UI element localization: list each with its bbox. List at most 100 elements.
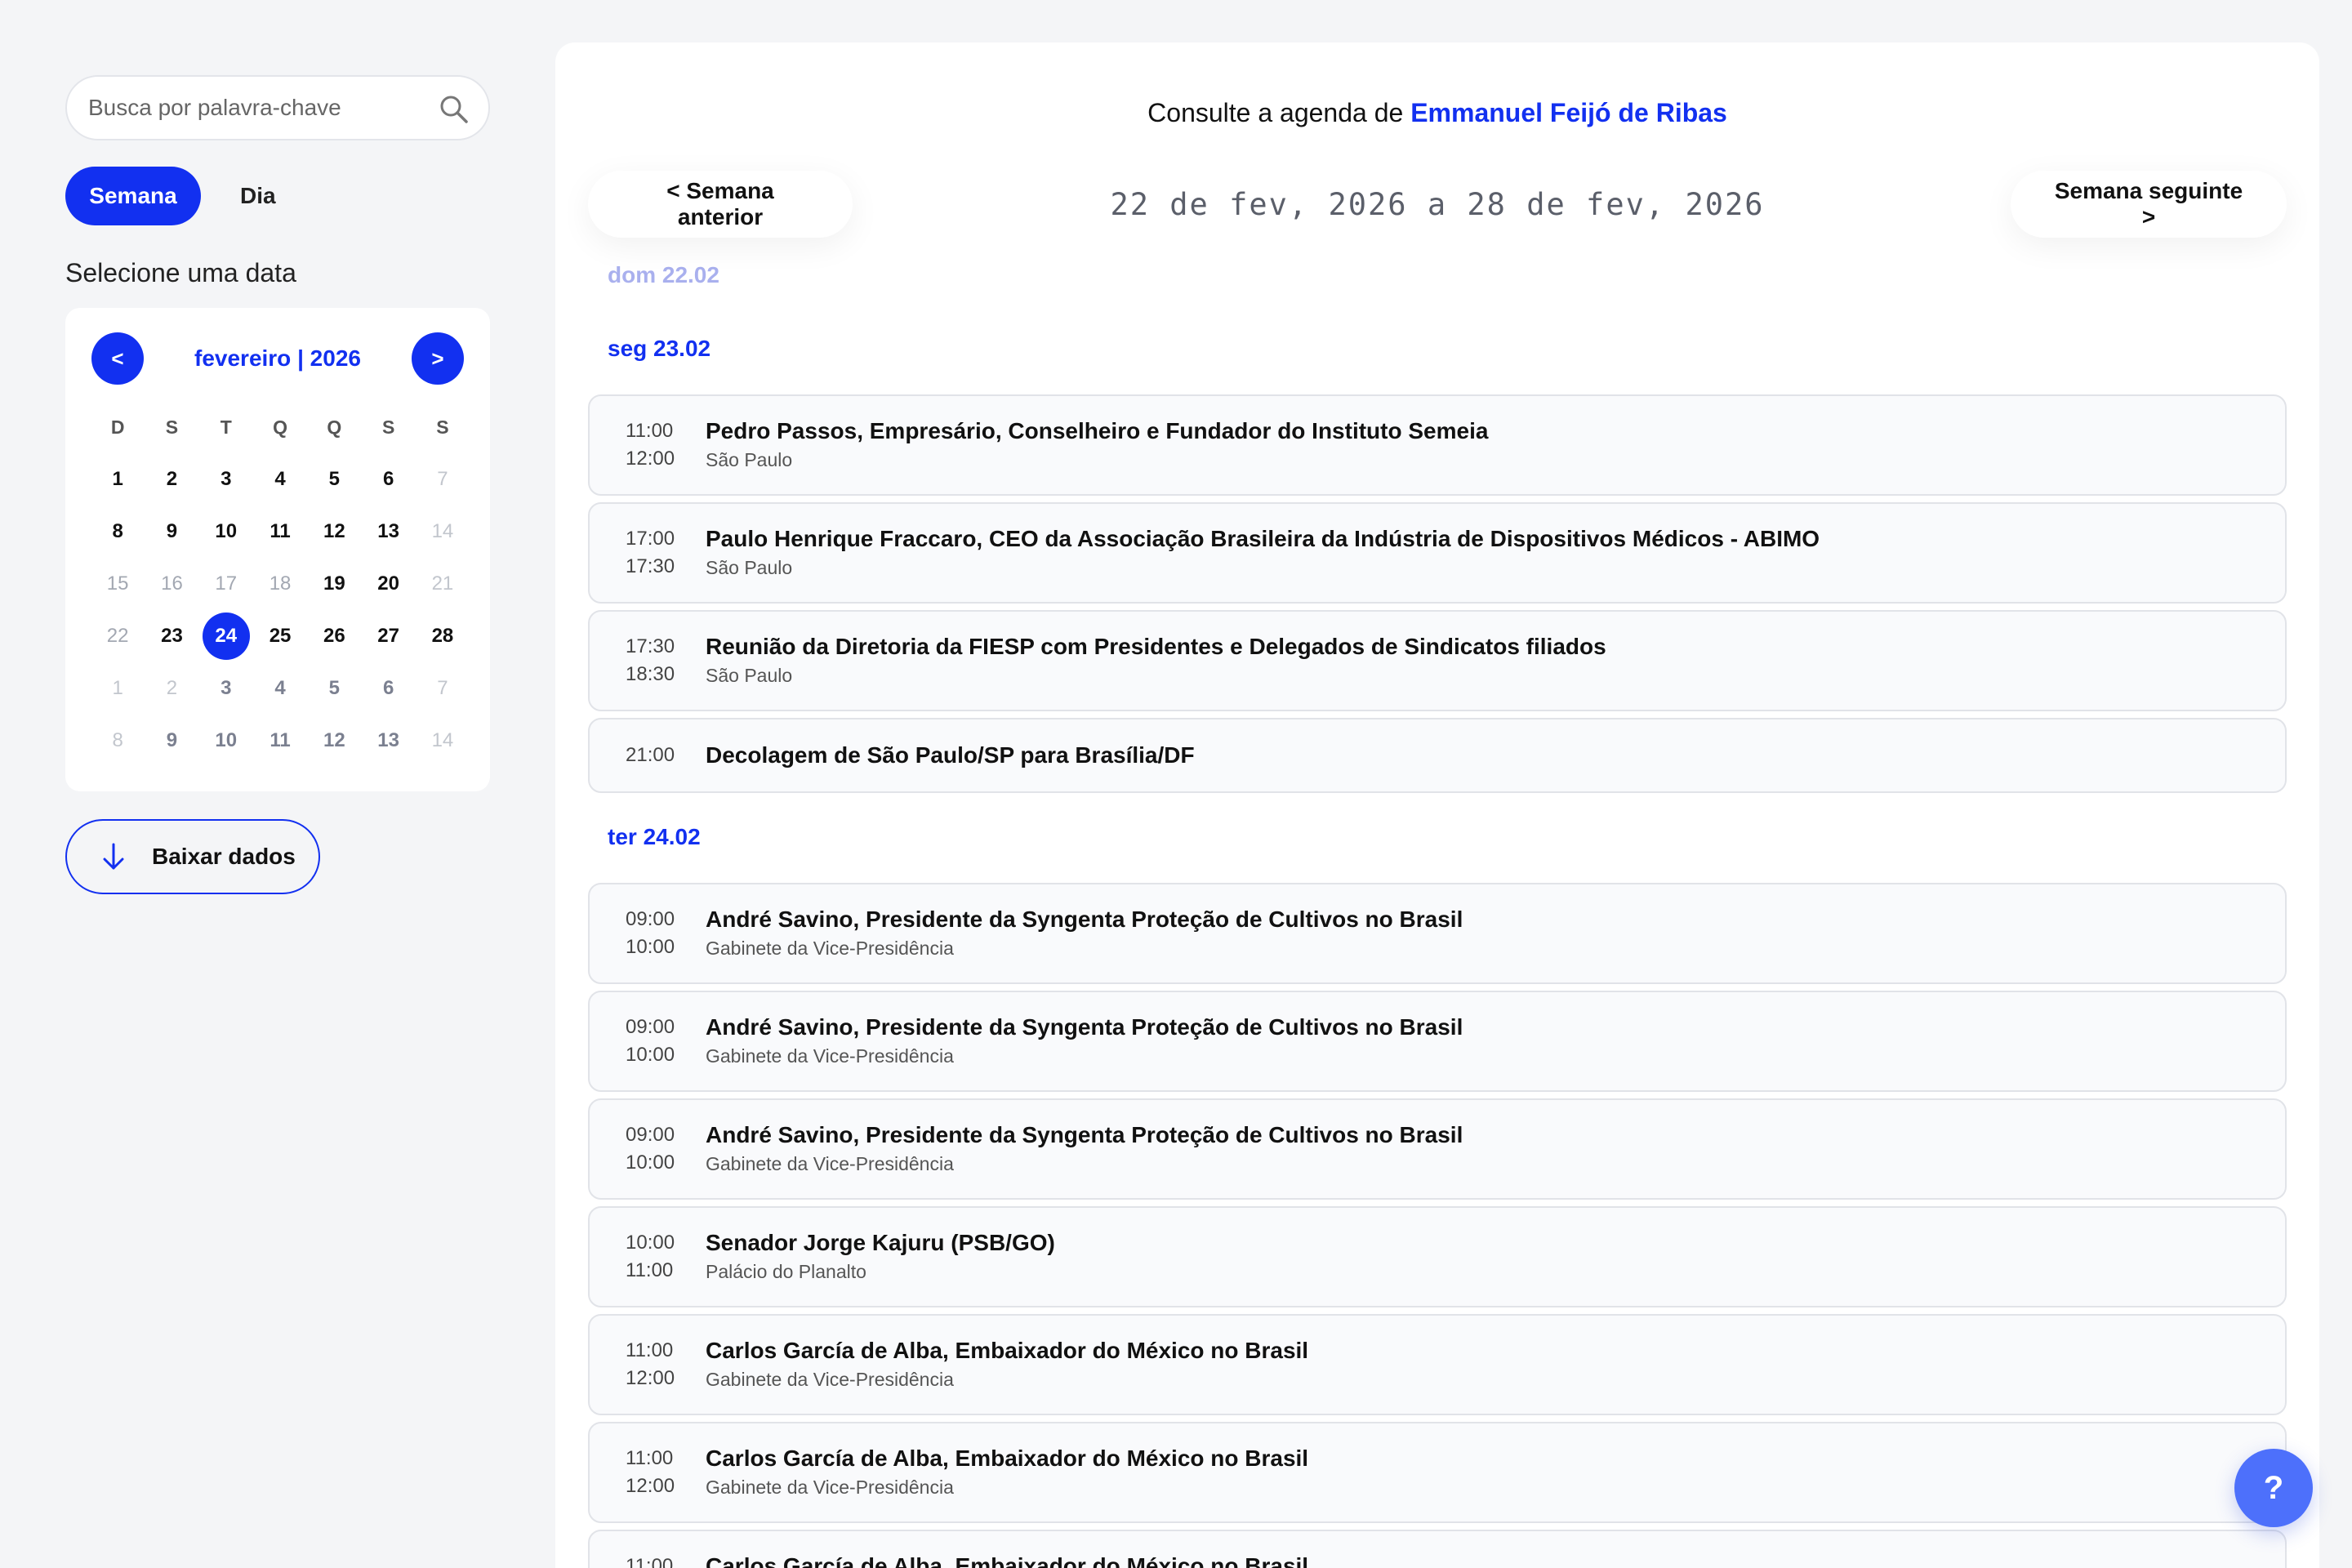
calendar-day[interactable]: 1: [91, 453, 145, 506]
calendar-day[interactable]: 9: [145, 715, 198, 767]
event-card[interactable]: 09:00 10:00 André Savino, Presidente da Sy…: [588, 991, 2287, 1092]
calendar-day[interactable]: 22: [91, 610, 145, 662]
calendar-grid: D S T Q Q S S 1 2 3 4 5 6 7 8 9 10 11 12 13 14 15 16 17 18 19 20 21…: [91, 401, 464, 767]
event-body: André Savino, Presidente da Syngenta Pro…: [706, 905, 1463, 962]
calendar-day[interactable]: 5: [307, 662, 361, 715]
calendar-day[interactable]: 4: [253, 453, 307, 506]
event-card[interactable]: 10:00 11:00 Senador Jorge Kajuru (PSB/GO) P…: [588, 1206, 2287, 1307]
event-location: São Paulo: [706, 665, 793, 686]
search-box: [65, 75, 490, 140]
event-times: 09:00 10:00: [590, 1121, 706, 1177]
calendar-day[interactable]: 15: [91, 558, 145, 610]
calendar-day[interactable]: 20: [361, 558, 415, 610]
calendar-day[interactable]: 28: [416, 610, 470, 662]
page: Semana Dia Selecione uma data < fevereir…: [0, 0, 2352, 1568]
event-body: Decolagem de São Paulo/SP para Brasília/…: [706, 741, 1195, 770]
calendar-day[interactable]: 12: [307, 715, 361, 767]
calendar-day[interactable]: 25: [253, 610, 307, 662]
calendar-day[interactable]: 26: [307, 610, 361, 662]
calendar-day[interactable]: 23: [145, 610, 198, 662]
calendar-day[interactable]: 10: [199, 715, 253, 767]
event-body: Paulo Henrique Fraccaro, CEO da Associaç…: [706, 524, 1820, 581]
calendar-day[interactable]: 14: [416, 715, 470, 767]
event-location: Gabinete da Vice-Presidência: [706, 1477, 954, 1498]
calendar-day[interactable]: 21: [416, 558, 470, 610]
day-label: ter 24.02: [608, 824, 701, 849]
calendar-day[interactable]: 2: [145, 453, 198, 506]
selected-day-marker: 24: [202, 612, 250, 660]
calendar-day[interactable]: 14: [416, 506, 470, 558]
calendar-day[interactable]: 4: [253, 662, 307, 715]
calendar-day[interactable]: 9: [145, 506, 198, 558]
event-card[interactable]: 21:00 Decolagem de São Paulo/SP para Bras…: [588, 718, 2287, 793]
calendar-header: < fevereiro | 2026 >: [91, 332, 464, 385]
select-date-label: Selecione uma data: [65, 258, 296, 287]
event-card[interactable]: 09:00 10:00 André Savino, Presidente da Sy…: [588, 1098, 2287, 1200]
event-start-time: 11:00: [626, 420, 674, 442]
event-body: André Savino, Presidente da Syngenta Pro…: [706, 1013, 1463, 1070]
event-body: Pedro Passos, Empresário, Conselheiro e …: [706, 416, 1488, 474]
event-card[interactable]: 11:0012:00Carlos García de Alba, Embaixa…: [588, 1530, 2287, 1568]
next-month-button[interactable]: >: [411, 332, 464, 385]
date-picker: < fevereiro | 2026 > D S T Q Q S S 1 2 3 4 5 6 7 8 9 10 1…: [65, 308, 490, 791]
search-input[interactable]: [67, 77, 488, 139]
event-title: André Savino, Presidente da Syngenta Pro…: [706, 906, 1463, 932]
event-location: São Paulo: [706, 557, 793, 578]
help-button[interactable]: ?: [2234, 1449, 2313, 1527]
event-end-time: 11:00: [626, 1259, 674, 1281]
event-body: Carlos García de Alba, Embaixador do Méx…: [706, 1444, 1308, 1501]
event-start-time: 09:00: [626, 908, 675, 930]
calendar-day[interactable]: 19: [307, 558, 361, 610]
week-view-button[interactable]: Semana: [65, 167, 201, 225]
calendar-day[interactable]: 1: [91, 662, 145, 715]
calendar-day[interactable]: 6: [361, 662, 415, 715]
event-location: São Paulo: [706, 449, 793, 470]
event-card[interactable]: 11:00 12:00 Pedro Passos, Empresário, Cons…: [588, 394, 2287, 496]
event-end-time: 12:00: [626, 448, 675, 470]
calendar-day[interactable]: 5: [307, 453, 361, 506]
event-title: André Savino, Presidente da Syngenta Pro…: [706, 1122, 1463, 1147]
event-card[interactable]: 09:00 10:00 André Savino, Presidente da Sy…: [588, 883, 2287, 984]
calendar-day[interactable]: 10: [199, 506, 253, 558]
week-navigation: < Semana anterior 22 de fev, 2026 a 28 d…: [555, 171, 2319, 238]
calendar-day[interactable]: 27: [361, 610, 415, 662]
event-card[interactable]: 17:00 17:30 Paulo Henrique Fraccaro, CEO d…: [588, 502, 2287, 604]
day-view-button[interactable]: Dia: [211, 167, 305, 225]
event-start-time: 17:30: [626, 635, 675, 657]
event-start-time: 11:00: [626, 1555, 674, 1568]
event-card[interactable]: 11:0012:00Carlos García de Alba, Embaixa…: [588, 1314, 2287, 1415]
event-card[interactable]: 11:0012:00Carlos García de Alba, Embaixa…: [588, 1422, 2287, 1523]
event-body: Carlos García de Alba, Embaixador do Méx…: [706, 1552, 1308, 1568]
next-week-button[interactable]: Semana seguinte >: [2011, 171, 2287, 238]
weekday-header: S: [436, 416, 449, 438]
search-icon[interactable]: [436, 91, 472, 127]
event-title: Carlos García de Alba, Embaixador do Méx…: [706, 1446, 1309, 1471]
calendar-day[interactable]: 17: [199, 558, 253, 610]
calendar-day[interactable]: 13: [361, 715, 415, 767]
event-card[interactable]: 17:30 18:30 Reunião da Diretoria da FIESP …: [588, 610, 2287, 711]
calendar-day[interactable]: 13: [361, 506, 415, 558]
event-times: 11:00 12:00: [590, 1445, 706, 1500]
calendar-day[interactable]: 7: [416, 453, 470, 506]
event-location: Gabinete da Vice-Presidência: [706, 1045, 954, 1067]
event-location: Gabinete da Vice-Presidência: [706, 938, 954, 959]
event-title: Carlos García de Alba, Embaixador do Méx…: [706, 1553, 1309, 1568]
calendar-day[interactable]: 16: [145, 558, 198, 610]
calendar-day[interactable]: 7: [416, 662, 470, 715]
calendar-day[interactable]: 11: [253, 715, 307, 767]
prev-month-button[interactable]: <: [91, 332, 144, 385]
calendar-day[interactable]: 8: [91, 715, 145, 767]
calendar-day[interactable]: 11: [253, 506, 307, 558]
calendar-day[interactable]: 3: [199, 453, 253, 506]
calendar-day[interactable]: 6: [361, 453, 415, 506]
calendar-day[interactable]: 18: [253, 558, 307, 610]
download-data-button[interactable]: Baixar dados: [65, 819, 320, 894]
calendar-day[interactable]: 2: [145, 662, 198, 715]
calendar-day-selected[interactable]: 24: [199, 610, 253, 662]
calendar-day[interactable]: 8: [91, 506, 145, 558]
event-body: Senador Jorge Kajuru (PSB/GO) Palácio do …: [706, 1228, 1055, 1285]
event-times: 17:30 18:30: [590, 633, 706, 688]
official-name-link[interactable]: Emmanuel Feijó de Ribas: [1410, 98, 1727, 127]
calendar-day[interactable]: 12: [307, 506, 361, 558]
calendar-day[interactable]: 3: [199, 662, 253, 715]
